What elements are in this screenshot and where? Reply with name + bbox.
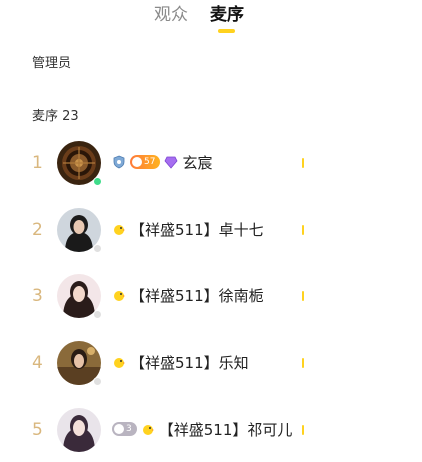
row-right-marker (302, 158, 304, 168)
row-right-marker (302, 425, 304, 435)
level-number: 3 (126, 424, 132, 434)
online-status-dot (93, 377, 102, 386)
tab-bar: 观众 麦序 (0, 0, 422, 40)
user-nickname: 玄宸 (182, 153, 213, 172)
queue-row[interactable]: 4 【祥盛511】乐知 (0, 335, 422, 395)
chick-icon (112, 288, 126, 302)
admin-section-title: 管理员 (32, 56, 72, 71)
name-line: 3 【祥盛511】祁可儿 (112, 418, 292, 440)
user-nickname: 【祥盛511】乐知 (130, 353, 249, 372)
online-status-dot (93, 310, 102, 319)
chick-icon (112, 222, 126, 236)
name-line: 57 玄宸 (112, 151, 212, 173)
tab-audience[interactable]: 观众 (154, 4, 188, 26)
name-line: 【祥盛511】徐南栀 (112, 284, 264, 306)
online-status-dot (93, 177, 102, 186)
level-badge-icon (132, 157, 142, 167)
gem-icon (164, 155, 178, 169)
queue-row[interactable]: 5 3 【祥盛511】祁可儿 (0, 402, 422, 462)
shield-icon (112, 155, 126, 169)
name-line: 【祥盛511】乐知 (112, 351, 249, 373)
heart-badge: 3 (112, 422, 137, 436)
rank-number: 4 (32, 353, 43, 373)
user-nickname: 【祥盛511】祁可儿 (158, 420, 293, 439)
avatar[interactable] (57, 408, 101, 452)
user-nickname: 【祥盛511】徐南栀 (130, 286, 264, 305)
active-tab-indicator (218, 29, 235, 33)
row-right-marker (302, 225, 304, 235)
row-right-marker (302, 358, 304, 368)
queue-row[interactable]: 1 57 玄宸 (0, 135, 422, 195)
rank-number: 5 (32, 420, 43, 440)
queue-row[interactable]: 3 【祥盛511】徐南栀 (0, 268, 422, 328)
tab-mic-queue[interactable]: 麦序 (210, 4, 244, 26)
level-badge: 57 (130, 155, 161, 169)
queue-row[interactable]: 2 【祥盛511】卓十七 (0, 202, 422, 262)
heart-icon (114, 424, 124, 434)
chick-icon (141, 422, 155, 436)
name-line: 【祥盛511】卓十七 (112, 218, 264, 240)
chick-icon (112, 355, 126, 369)
rank-number: 3 (32, 286, 43, 306)
level-number: 57 (144, 157, 156, 167)
row-right-marker (302, 291, 304, 301)
user-nickname: 【祥盛511】卓十七 (130, 220, 264, 239)
rank-number: 1 (32, 153, 43, 173)
online-status-dot (93, 244, 102, 253)
rank-number: 2 (32, 220, 43, 240)
queue-section-title: 麦序 23 (32, 109, 79, 124)
